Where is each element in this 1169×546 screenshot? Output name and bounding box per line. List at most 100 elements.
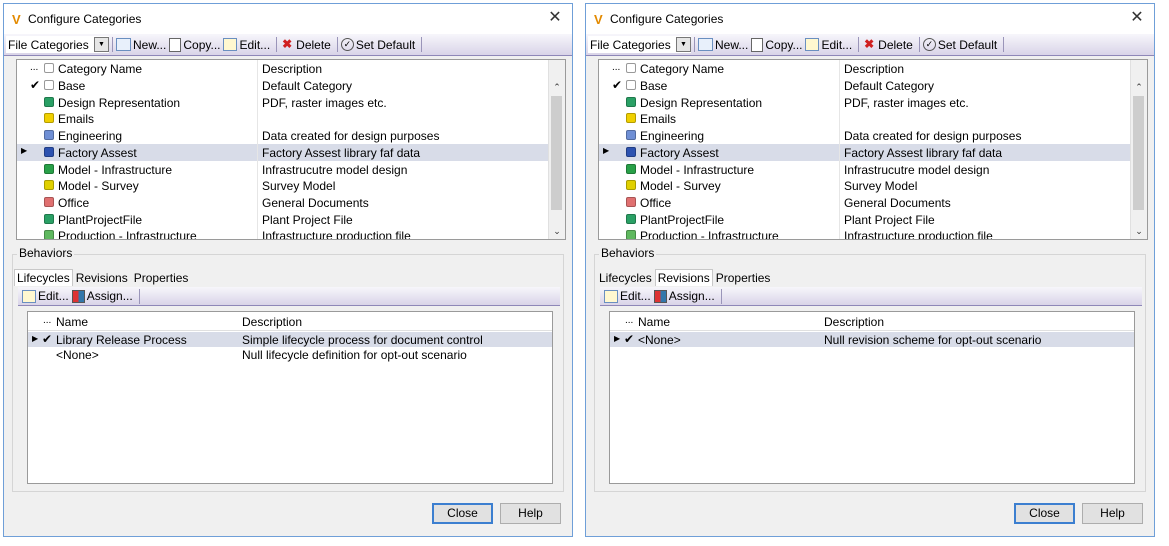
category-row[interactable]: ✔ Base Default Category bbox=[17, 77, 549, 94]
column-divider bbox=[257, 60, 258, 77]
category-row[interactable]: Engineering Data created for design purpo… bbox=[17, 127, 549, 145]
category-type-dropdown[interactable]: File Categories ▼ bbox=[588, 36, 691, 53]
category-row[interactable]: Engineering Data created for design purpo… bbox=[599, 127, 1131, 145]
category-row[interactable]: Model - Infrastructure Infrastrucutre mod… bbox=[599, 160, 1131, 178]
category-name: Office bbox=[58, 195, 90, 210]
title-bar: V Configure Categories ✕ bbox=[4, 4, 572, 34]
category-type-dropdown[interactable]: File Categories ▼ bbox=[6, 36, 109, 53]
column-header-description[interactable]: Description bbox=[262, 62, 322, 76]
close-button[interactable]: Close bbox=[1014, 503, 1075, 524]
category-row[interactable]: PlantProjectFile Plant Project File bbox=[599, 210, 1131, 228]
help-button[interactable]: Help bbox=[1082, 503, 1143, 524]
category-row[interactable]: PlantProjectFile Plant Project File bbox=[17, 210, 549, 228]
behavior-row[interactable]: <None> Null lifecycle definition for opt-… bbox=[28, 347, 552, 362]
column-header-description[interactable]: Description bbox=[844, 62, 904, 76]
tab-properties[interactable]: Properties bbox=[131, 269, 192, 287]
behavior-grid[interactable]: ... Name Description ▶ ✔ Library Release P… bbox=[27, 311, 553, 484]
set-default-button[interactable]: ✓ Set Default bbox=[922, 38, 997, 52]
behavior-toolbar: Edit... Assign... bbox=[18, 287, 560, 306]
chevron-down-icon[interactable]: ▼ bbox=[94, 37, 109, 52]
category-row[interactable]: Production - Infrastructure Infrastructur… bbox=[599, 227, 1131, 239]
column-divider bbox=[839, 210, 840, 228]
category-row[interactable]: Model - Survey Survey Model bbox=[599, 177, 1131, 195]
copy-icon bbox=[751, 37, 764, 52]
delete-button[interactable]: ✖ Delete bbox=[280, 38, 331, 52]
header-checkbox[interactable] bbox=[626, 63, 636, 73]
vertical-scrollbar[interactable]: ⌃ ⌄ bbox=[1130, 60, 1147, 239]
delete-button[interactable]: ✖ Delete bbox=[862, 38, 913, 52]
tab-lifecycles[interactable]: Lifecycles bbox=[14, 269, 73, 286]
assigned-checkmark-icon: ✔ bbox=[624, 332, 635, 346]
category-description: Infrastrucutre model design bbox=[262, 162, 408, 177]
tab-revisions[interactable]: Revisions bbox=[654, 269, 713, 286]
column-divider bbox=[839, 77, 840, 94]
behavior-edit-button[interactable]: Edit... bbox=[22, 289, 69, 303]
configure-categories-dialog-left: V Configure Categories ✕ File Categories… bbox=[3, 3, 573, 537]
help-button[interactable]: Help bbox=[500, 503, 561, 524]
column-header-name[interactable]: Name bbox=[56, 315, 88, 329]
copy-button[interactable]: Copy... bbox=[169, 37, 220, 52]
configure-categories-dialog-right: V Configure Categories ✕ File Categories… bbox=[585, 3, 1155, 537]
column-header-description[interactable]: Description bbox=[242, 315, 302, 329]
column-header-name[interactable]: Category Name bbox=[640, 62, 724, 76]
toolbar-separator bbox=[421, 37, 423, 52]
scroll-down-icon[interactable]: ⌄ bbox=[549, 226, 565, 237]
scrollbar-thumb[interactable] bbox=[551, 96, 562, 210]
tab-properties[interactable]: Properties bbox=[713, 269, 774, 287]
set-default-button[interactable]: ✓ Set Default bbox=[340, 38, 415, 52]
behavior-row[interactable]: ▶ ✔ Library Release Process Simple lifecycl… bbox=[28, 332, 552, 347]
category-row[interactable]: ▶ Factory Assest Factory Assest library fa… bbox=[599, 143, 1131, 161]
category-row[interactable]: Office General Documents bbox=[17, 193, 549, 211]
category-row[interactable]: Production - Infrastructure Infrastructur… bbox=[17, 227, 549, 239]
window-close-button[interactable]: ✕ bbox=[544, 8, 566, 28]
scroll-up-icon[interactable]: ⌃ bbox=[1131, 82, 1147, 93]
vertical-scrollbar[interactable]: ⌃ ⌄ bbox=[548, 60, 565, 239]
category-name: Office bbox=[640, 195, 672, 210]
chevron-down-icon[interactable]: ▼ bbox=[676, 37, 691, 52]
new-button[interactable]: New... bbox=[698, 38, 748, 52]
category-row[interactable]: Design Representation PDF, raster images … bbox=[17, 93, 549, 111]
category-row[interactable]: Model - Survey Survey Model bbox=[17, 177, 549, 195]
assigned-checkmark-icon: ✔ bbox=[42, 332, 53, 346]
window-close-button[interactable]: ✕ bbox=[1126, 8, 1148, 28]
category-row[interactable]: Office General Documents bbox=[599, 193, 1131, 211]
current-row-marker-icon: ▶ bbox=[21, 145, 28, 155]
category-grid[interactable]: ... Category Name Description ✔ Base Defau… bbox=[16, 59, 566, 240]
category-description: General Documents bbox=[844, 195, 951, 210]
category-row[interactable]: ▶ Factory Assest Factory Assest library fa… bbox=[17, 143, 549, 161]
behavior-edit-button[interactable]: Edit... bbox=[604, 289, 651, 303]
category-row[interactable]: Emails bbox=[17, 110, 549, 128]
category-row[interactable]: ✔ Base Default Category bbox=[599, 77, 1131, 94]
toolbar-separator bbox=[720, 288, 722, 304]
category-color-swatch bbox=[44, 196, 54, 207]
edit-button[interactable]: Edit... bbox=[223, 38, 270, 52]
scrollbar-thumb[interactable] bbox=[1133, 96, 1144, 210]
header-checkbox[interactable] bbox=[44, 63, 54, 73]
category-name: Model - Infrastructure bbox=[58, 162, 173, 177]
category-grid[interactable]: ... Category Name Description ✔ Base Defau… bbox=[598, 59, 1148, 240]
delete-label: Delete bbox=[296, 37, 331, 52]
assign-label: Assign... bbox=[668, 289, 715, 303]
category-color-swatch bbox=[626, 213, 636, 224]
category-description: Factory Assest library faf data bbox=[844, 145, 1003, 160]
behavior-grid[interactable]: ... Name Description ▶ ✔ <None> Null revisi… bbox=[609, 311, 1135, 484]
scroll-up-icon[interactable]: ⌃ bbox=[549, 82, 565, 93]
edit-button[interactable]: Edit... bbox=[805, 38, 852, 52]
copy-button[interactable]: Copy... bbox=[751, 37, 802, 52]
tab-revisions[interactable]: Revisions bbox=[73, 269, 131, 287]
category-row[interactable]: Emails bbox=[599, 110, 1131, 128]
tab-lifecycles[interactable]: Lifecycles bbox=[596, 269, 655, 287]
assign-button[interactable]: Assign... bbox=[71, 289, 133, 303]
copy-icon bbox=[169, 37, 182, 52]
assign-button[interactable]: Assign... bbox=[653, 289, 715, 303]
column-header-description[interactable]: Description bbox=[824, 315, 884, 329]
category-row[interactable]: Design Representation PDF, raster images … bbox=[599, 93, 1131, 111]
close-button[interactable]: Close bbox=[432, 503, 493, 524]
column-header-name[interactable]: Name bbox=[638, 315, 670, 329]
scroll-down-icon[interactable]: ⌄ bbox=[1131, 226, 1147, 237]
new-button[interactable]: New... bbox=[116, 38, 166, 52]
behaviors-label: Behaviors bbox=[599, 246, 657, 260]
category-row[interactable]: Model - Infrastructure Infrastrucutre mod… bbox=[17, 160, 549, 178]
behavior-row[interactable]: ▶ ✔ <None> Null revision scheme for opt-out… bbox=[610, 332, 1134, 347]
column-header-name[interactable]: Category Name bbox=[58, 62, 142, 76]
